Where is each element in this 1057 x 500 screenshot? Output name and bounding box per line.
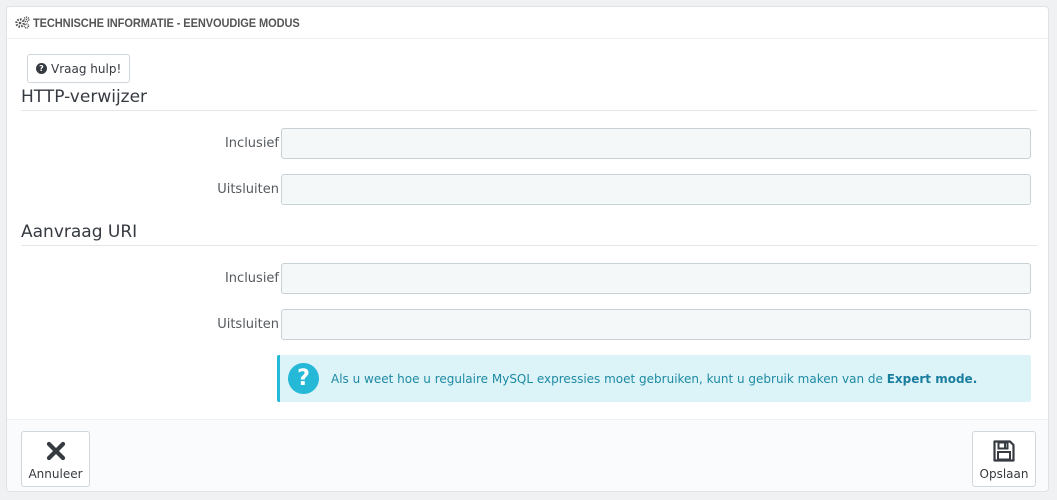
http-referrer-include-input[interactable] [281,128,1031,159]
form-row-http-include: Inclusief [21,128,1037,159]
field-label: Inclusief [224,136,279,151]
info-alert-message: Als u weet hoe u regulaire MySQL express… [331,371,887,386]
field-label: Inclusief [224,271,279,286]
field-label: Uitsluiten [217,317,279,332]
help-button[interactable]: ? Vraag hulp! [27,54,131,83]
section-title-request-uri: Aanvraag URI [21,222,1037,246]
panel-heading: TECHNISCHE INFORMATIE - EENVOUDIGE MODUS [7,7,1048,39]
question-icon: ? [288,363,319,394]
info-alert-text: Als u weet hoe u regulaire MySQL express… [331,372,977,386]
info-alert: ? Als u weet hoe u regulaire MySQL expre… [277,355,1031,402]
request-uri-exclude-input[interactable] [281,309,1031,340]
http-referrer-exclude-input[interactable] [281,174,1031,205]
panel-title: TECHNISCHE INFORMATIE - EENVOUDIGE MODUS [33,15,300,30]
request-uri-include-input[interactable] [281,263,1031,294]
cancel-button-label: Annuleer [28,466,83,481]
cogs-icon [15,16,30,29]
question-circle-icon: ? [36,63,47,74]
expert-mode-link[interactable]: Expert mode. [887,372,978,386]
cancel-button[interactable]: Annuleer [21,431,90,487]
help-button-label: Vraag hulp! [51,61,122,76]
panel-footer: Annuleer Opslaan [7,419,1048,491]
form-row-http-exclude: Uitsluiten [21,174,1037,205]
form-row-uri-include: Inclusief [21,263,1037,294]
save-button[interactable]: Opslaan [972,431,1036,487]
close-icon [46,438,66,464]
form-row-uri-exclude: Uitsluiten [21,309,1037,340]
technical-info-panel: TECHNISCHE INFORMATIE - EENVOUDIGE MODUS… [6,6,1049,492]
field-label: Uitsluiten [217,182,279,197]
floppy-disk-icon [992,438,1016,464]
save-button-label: Opslaan [979,466,1029,481]
section-title-http-referrer: HTTP-verwijzer [21,87,1037,111]
